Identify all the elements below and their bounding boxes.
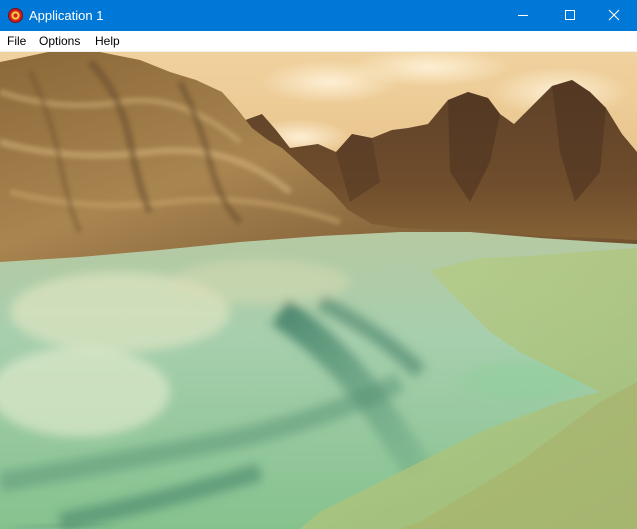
menu-help[interactable]: Help [95,33,120,49]
close-button[interactable] [591,0,637,31]
menu-file[interactable]: File [7,33,26,49]
window-title: Application 1 [29,8,104,23]
terrain-scene [0,52,637,529]
minimize-button[interactable] [500,0,546,31]
close-icon [608,9,620,21]
3d-viewport[interactable] [0,52,637,529]
maximize-button[interactable] [546,0,592,31]
minimize-icon [518,15,528,16]
application-window: Application 1 File Options Help [0,0,637,529]
menu-options[interactable]: Options [39,33,80,49]
title-bar[interactable]: Application 1 [0,0,637,31]
app-icon[interactable] [8,8,23,23]
menu-bar: File Options Help [0,31,637,52]
maximize-icon [565,10,575,20]
